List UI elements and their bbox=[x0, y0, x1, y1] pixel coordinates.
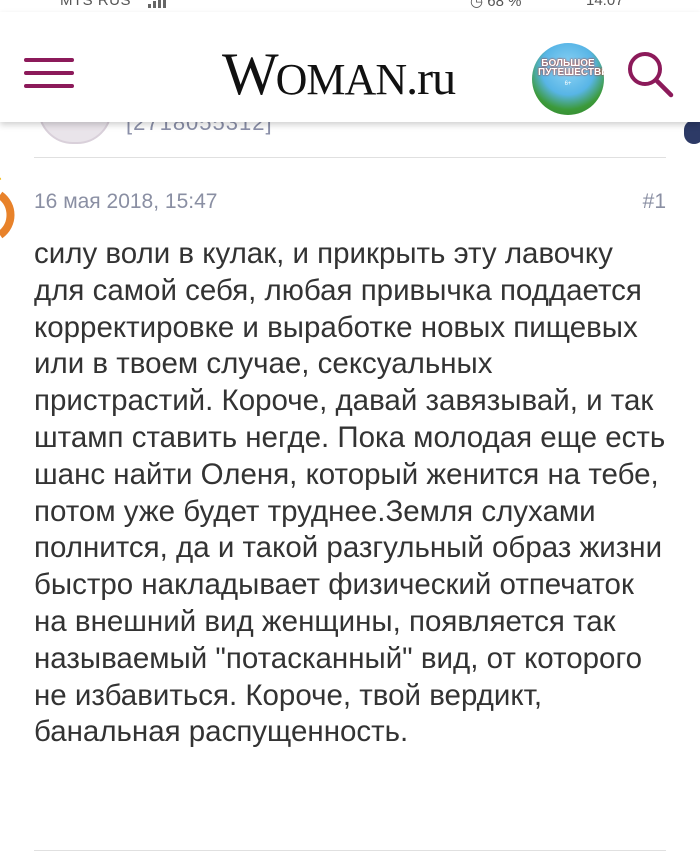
promo-age: 6+ bbox=[564, 81, 572, 87]
battery-percent: 68 % bbox=[487, 0, 522, 10]
battery-label: ◷ 68 % bbox=[470, 0, 521, 10]
carrier-label: MTS RUS bbox=[60, 0, 131, 9]
logo-word: OMAN bbox=[275, 55, 407, 104]
post-body: силу воли в кулак, и прикрыть эту лавочк… bbox=[34, 237, 666, 749]
promo-title: БОЛЬШОЕ ПУТЕШЕСТВИЕ bbox=[538, 58, 604, 78]
divider bbox=[34, 850, 666, 851]
post-meta: 16 мая 2018, 15:47 #1 bbox=[34, 190, 666, 220]
search-icon bbox=[628, 52, 674, 98]
decorative-dot bbox=[684, 120, 700, 144]
hamburger-menu-icon bbox=[24, 58, 74, 62]
promo-badge[interactable]: БОЛЬШОЕ ПУТЕШЕСТВИЕ 6+ bbox=[532, 43, 604, 115]
divider bbox=[34, 157, 666, 158]
post-date: 16 мая 2018, 15:47 bbox=[34, 190, 218, 213]
logo-letter: W bbox=[222, 41, 279, 107]
site-logo[interactable]: WOMAN.ru bbox=[222, 40, 456, 110]
post-number-link[interactable]: #1 bbox=[643, 190, 666, 214]
alarm-icon: ◷ bbox=[470, 0, 488, 10]
signal-icon bbox=[148, 0, 166, 8]
menu-button[interactable] bbox=[24, 56, 76, 92]
site-header: WOMAN.ru БОЛЬШОЕ ПУТЕШЕСТВИЕ 6+ bbox=[0, 12, 700, 122]
logo-domain: .ru bbox=[406, 52, 456, 105]
decorative-shape-icon bbox=[0, 177, 15, 239]
status-bar: MTS RUS ◷ 68 % 14:07 bbox=[0, 0, 700, 12]
clock: 14:07 bbox=[586, 0, 624, 9]
search-button[interactable] bbox=[624, 48, 676, 100]
